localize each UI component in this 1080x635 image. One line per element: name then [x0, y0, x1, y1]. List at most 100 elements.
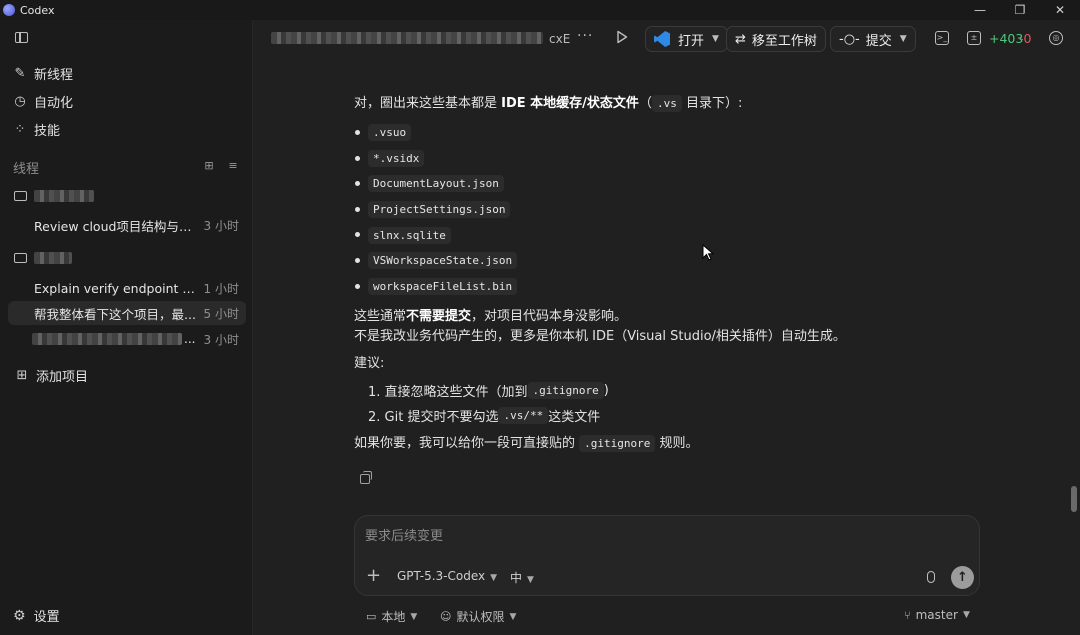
message-note: 不是我改业务代码产生的，更多是你本机 IDE（Visual Studio/相关插…: [354, 329, 846, 345]
assistant-message: 对，圈出来这些基本都是 IDE 本地缓存/状态文件（ .vs 目录下）: .vsu…: [354, 94, 874, 454]
microphone-icon[interactable]: [927, 571, 935, 583]
location-selector[interactable]: ▭ 本地 ▼: [366, 608, 417, 625]
clock-icon: ◷: [14, 93, 26, 109]
list-item: slnx.sqlite: [354, 222, 874, 248]
suggest-list: 1. 直接忽略这些文件（加到 .gitignore ) 2. Git 提交时不要…: [354, 378, 874, 428]
gear-icon: ⚙: [13, 607, 26, 624]
step-text: 这类文件: [548, 410, 601, 426]
move-label: 移至工作树: [751, 33, 817, 49]
app-logo-icon: [3, 4, 15, 16]
list-item: ProjectSettings.json: [354, 197, 874, 223]
vscode-icon: [654, 31, 670, 47]
window-controls: — ❐ ✕: [960, 0, 1080, 20]
file-name: VSWorkspaceState.json: [368, 252, 518, 270]
closing-text: 如果你要，我可以给你一段可直接贴的: [354, 436, 580, 452]
file-name: *.vsidx: [368, 149, 425, 167]
shield-icon: ☺: [440, 610, 452, 623]
list-item: DocumentLayout.json: [354, 171, 874, 197]
diff-panel-icon[interactable]: ±: [967, 31, 981, 45]
chevron-down-icon: ▼: [962, 610, 970, 620]
list-item: VSWorkspaceState.json: [354, 248, 874, 274]
close-button[interactable]: ✕: [1040, 0, 1080, 20]
add-project-button[interactable]: ⊞ 添加项目: [14, 364, 88, 386]
list-item: workspaceFileList.bin: [354, 274, 874, 300]
diff-deletions: -0: [1019, 31, 1032, 46]
compose-icon: ✎: [14, 65, 26, 81]
nav-skills-label: 技能: [34, 123, 61, 139]
title-bar: Codex — ❐ ✕: [0, 0, 1080, 20]
terminal-icon[interactable]: >_: [935, 31, 949, 45]
sidebar-toggle-icon[interactable]: [15, 32, 28, 43]
follow-up-input[interactable]: [365, 526, 965, 546]
run-icon[interactable]: [616, 30, 628, 44]
closing-text: 规则。: [655, 436, 699, 452]
file-name: workspaceFileList.bin: [368, 277, 518, 295]
nav-automation-label: 自动化: [34, 95, 74, 111]
intro-paren: （: [638, 96, 652, 111]
project-folder[interactable]: [14, 248, 72, 268]
model-selector[interactable]: GPT-5.3-Codex ▼: [397, 569, 497, 583]
thread-time: 3 小时: [203, 218, 239, 233]
new-folder-icon[interactable]: ⊞: [202, 160, 216, 172]
scrollbar-thumb[interactable]: [1071, 486, 1077, 512]
thread-title: Review cloud项目结构与业务: [34, 218, 202, 234]
inline-code: .vs/**: [498, 407, 549, 425]
settings-button[interactable]: ⚙ 设置: [13, 606, 60, 626]
more-options-icon[interactable]: ···: [577, 28, 593, 44]
move-to-worktree-button[interactable]: ⇄ 移至工作树: [726, 26, 826, 52]
thread-item-active[interactable]: 帮我整体看下这个项目，最... 5 小时: [8, 301, 246, 325]
inline-code: .vs: [651, 95, 682, 112]
step-text: 2. Git 提交时不要勾选: [368, 410, 499, 426]
effort-label: 中: [510, 571, 523, 585]
intro-text: 目录下）:: [681, 96, 743, 111]
inline-code: .gitignore: [527, 382, 604, 400]
send-button[interactable]: ↑: [951, 566, 974, 589]
restore-button[interactable]: ❐: [1000, 0, 1040, 20]
review-icon[interactable]: ◎: [1049, 31, 1063, 45]
filter-icon[interactable]: ≡: [226, 160, 240, 172]
thread-title: Explain verify endpoint data...: [34, 280, 202, 296]
composer: + GPT-5.3-Codex▼ 中▼ ↑: [354, 515, 980, 596]
skills-icon: ⁘: [14, 121, 26, 137]
project-name-redacted: [34, 190, 94, 202]
branch-label: master: [915, 608, 958, 622]
thread-time: 5 小时: [203, 306, 239, 321]
threads-section-label: 线程: [13, 162, 40, 177]
main-panel: cxE ··· 打开 ▼ ⇄ 移至工作树 -○- 提交 ▼ >_ ± +403 …: [252, 20, 1080, 635]
thread-item[interactable]: Explain verify endpoint data... 1 小时: [8, 276, 246, 300]
permissions-label: 默认权限: [456, 610, 505, 624]
folder-icon: [14, 191, 27, 201]
commit-button[interactable]: -○- 提交 ▼: [830, 26, 916, 52]
project-folder[interactable]: [14, 186, 94, 206]
branch-selector[interactable]: ⑂ master ▼: [904, 608, 970, 622]
open-label: 打开: [678, 33, 705, 49]
list-item: 1. 直接忽略这些文件（加到 .gitignore ): [368, 378, 874, 403]
commit-label: 提交: [865, 33, 892, 49]
file-name: DocumentLayout.json: [368, 175, 504, 193]
sidebar: ✎ 新线程 ◷ 自动化 ⁘ 技能 线程 ⊞ ≡ Review cloud项目结构…: [0, 20, 252, 635]
nav-new-thread-label: 新线程: [34, 67, 74, 83]
mouse-cursor-icon: [702, 244, 714, 261]
folder-icon: [14, 253, 27, 263]
permissions-selector[interactable]: ☺ 默认权限 ▼: [440, 608, 516, 625]
nav-automation[interactable]: ◷ 自动化: [12, 90, 73, 112]
minimize-button[interactable]: —: [960, 0, 1000, 20]
effort-selector[interactable]: 中 ▼: [510, 569, 534, 586]
threads-section-actions: ⊞ ≡: [202, 160, 240, 172]
thread-item[interactable]: Review cloud项目结构与业务 3 小时: [8, 213, 246, 237]
list-item: 2. Git 提交时不要勾选 .vs/** 这类文件: [368, 403, 874, 428]
git-branch-icon: ⑂: [904, 608, 911, 622]
message-closing: 如果你要，我可以给你一段可直接贴的 .gitignore 规则。: [354, 434, 874, 454]
model-label: GPT-5.3-Codex: [397, 569, 486, 583]
chevron-down-icon: ▼: [527, 575, 534, 585]
open-in-ide-button[interactable]: 打开 ▼: [645, 26, 728, 52]
nav-skills[interactable]: ⁘ 技能: [12, 118, 60, 140]
list-item: .vsuo: [354, 120, 874, 146]
nav-new-thread[interactable]: ✎ 新线程: [12, 62, 73, 84]
commit-icon: -○-: [839, 31, 860, 47]
thread-item[interactable]: ... 3 小时: [8, 327, 246, 351]
copy-icon[interactable]: [360, 471, 372, 484]
chevron-down-icon: ▼: [509, 611, 517, 622]
file-list: .vsuo *.vsidx DocumentLayout.json Projec…: [354, 120, 874, 299]
attach-plus-icon[interactable]: +: [366, 566, 381, 586]
